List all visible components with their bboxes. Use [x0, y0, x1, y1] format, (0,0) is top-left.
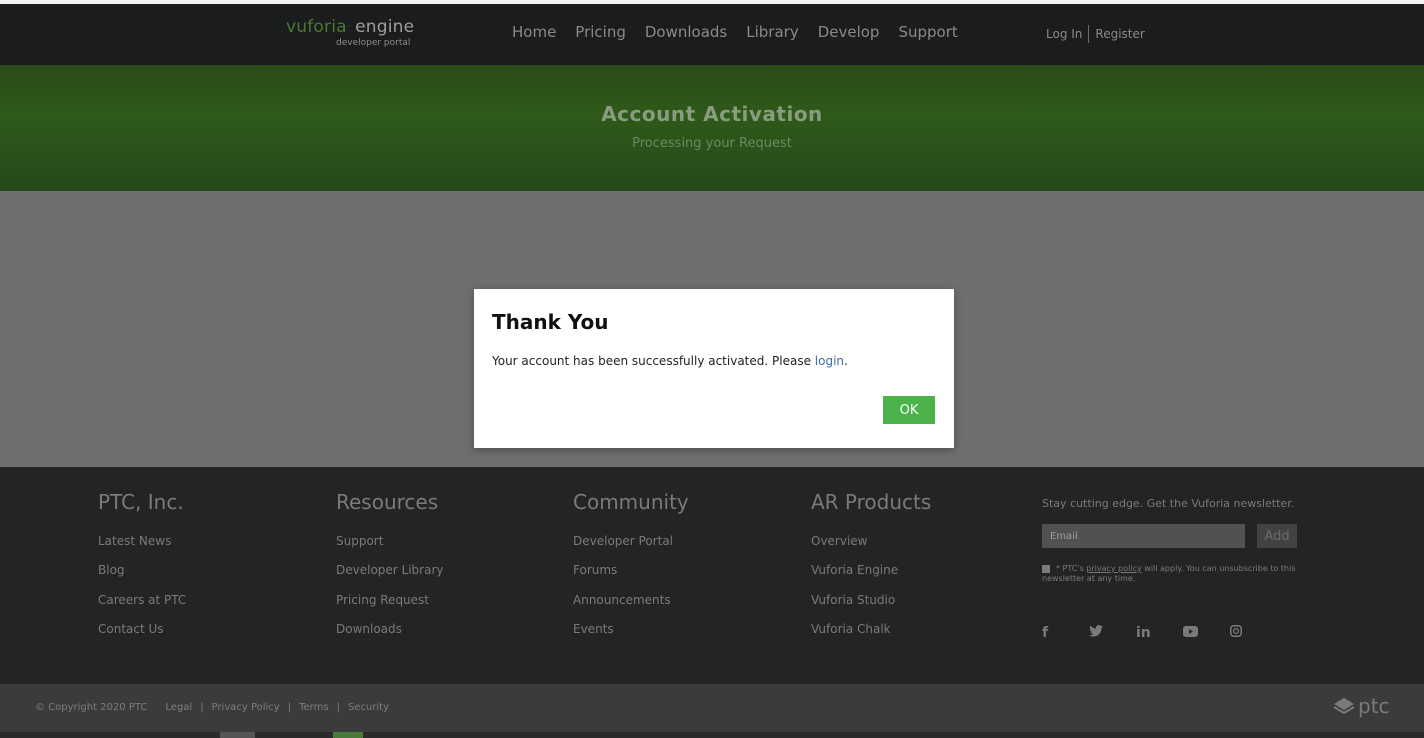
newsletter-signup: Stay cutting edge. Get the Vuforia newsl… — [1042, 497, 1342, 583]
footer-link-developer-portal[interactable]: Developer Portal — [573, 534, 689, 563]
social-links: f in — [1042, 625, 1277, 641]
footer-link-vuforia-chalk[interactable]: Vuforia Chalk — [811, 622, 931, 651]
hero-banner: Account Activation Processing your Reque… — [0, 65, 1424, 191]
ptc-mark-icon — [1334, 698, 1354, 714]
login-link-modal[interactable]: login — [815, 354, 844, 368]
newsletter-email-input[interactable] — [1042, 524, 1245, 548]
activation-modal: Thank You Your account has been successf… — [474, 289, 954, 448]
footer-link-pricing-request[interactable]: Pricing Request — [336, 593, 444, 622]
newsletter-text: Stay cutting edge. Get the Vuforia newsl… — [1042, 497, 1295, 510]
facebook-icon[interactable]: f — [1042, 625, 1089, 641]
nav-pricing[interactable]: Pricing — [575, 23, 626, 41]
privacy-policy-link[interactable]: Privacy Policy — [212, 702, 280, 713]
twitter-icon[interactable] — [1089, 625, 1136, 641]
vuforia-engine-logo[interactable]: vuforia· engine developer portal — [286, 17, 415, 48]
nav-library[interactable]: Library — [746, 23, 798, 41]
footer-link-events[interactable]: Events — [573, 622, 689, 651]
nav-home[interactable]: Home — [512, 23, 556, 41]
footer-link-forums[interactable]: Forums — [573, 563, 689, 592]
logo-engine-text: engine — [355, 17, 415, 37]
instagram-icon[interactable] — [1230, 625, 1277, 641]
terms-link[interactable]: Terms — [299, 702, 328, 713]
footer-column-title: PTC, Inc. — [98, 490, 184, 514]
footer-link-downloads[interactable]: Downloads — [336, 622, 444, 651]
auth-links: Log In Register — [1046, 25, 1145, 43]
modal-title: Thank You — [492, 310, 609, 334]
register-link[interactable]: Register — [1095, 27, 1144, 41]
linkedin-icon[interactable]: in — [1136, 625, 1183, 641]
footer-link-blog[interactable]: Blog — [98, 563, 186, 592]
footer-link-announcements[interactable]: Announcements — [573, 593, 689, 622]
main-nav: Home Pricing Downloads Library Develop S… — [512, 23, 977, 41]
newsletter-add-button[interactable]: Add — [1257, 524, 1297, 548]
footer-link-vuforia-engine[interactable]: Vuforia Engine — [811, 563, 931, 592]
auth-divider — [1088, 25, 1090, 43]
footer-link-latest-news[interactable]: Latest News — [98, 534, 186, 563]
modal-message-end: . — [844, 354, 848, 368]
youtube-icon[interactable] — [1183, 625, 1230, 641]
nav-downloads[interactable]: Downloads — [645, 23, 727, 41]
login-link[interactable]: Log In — [1046, 27, 1082, 41]
page-subtitle: Processing your Request — [632, 136, 792, 151]
footer-column-resources: Resources Support Developer Library Pric… — [336, 490, 444, 651]
footer-link-overview[interactable]: Overview — [811, 534, 931, 563]
copyright-text: © Copyright 2020 PTC — [35, 702, 148, 713]
logo-subtitle: developer portal — [336, 38, 411, 48]
privacy-policy-link[interactable]: privacy policy — [1086, 564, 1141, 573]
footer-column-title: Resources — [336, 490, 439, 514]
ptc-logo-text: ptc — [1358, 694, 1390, 718]
footer-column-ar-products: AR Products Overview Vuforia Engine Vufo… — [811, 490, 931, 651]
footer-link-careers[interactable]: Careers at PTC — [98, 593, 186, 622]
nav-develop[interactable]: Develop — [818, 23, 880, 41]
legal-bar: © Copyright 2020 PTC Legal | Privacy Pol… — [35, 702, 390, 713]
page-title: Account Activation — [601, 102, 823, 126]
logo-vuforia-text: vuforia — [286, 17, 347, 37]
footer-column-community: Community Developer Portal Forums Announ… — [573, 490, 689, 651]
modal-message-text: Your account has been successfully activ… — [492, 354, 815, 368]
footer-column-title: Community — [573, 490, 689, 514]
footer-bottom-bar: © Copyright 2020 PTC Legal | Privacy Pol… — [0, 684, 1424, 732]
site-header: vuforia· engine developer portal Home Pr… — [0, 4, 1424, 65]
consent-checkbox[interactable] — [1042, 564, 1050, 573]
ok-button[interactable]: OK — [883, 396, 935, 424]
security-link[interactable]: Security — [348, 702, 389, 713]
ptc-logo[interactable]: ptc — [1334, 694, 1390, 718]
site-footer: PTC, Inc. Latest News Blog Careers at PT… — [0, 467, 1424, 684]
footer-column-title: AR Products — [811, 490, 932, 514]
footer-link-support[interactable]: Support — [336, 534, 444, 563]
taskbar-strip — [0, 732, 1424, 738]
footer-link-contact[interactable]: Contact Us — [98, 622, 186, 651]
modal-message: Your account has been successfully activ… — [492, 354, 848, 368]
footer-link-vuforia-studio[interactable]: Vuforia Studio — [811, 593, 931, 622]
nav-support[interactable]: Support — [898, 23, 957, 41]
newsletter-consent: * PTC's privacy policy will apply. You c… — [1042, 564, 1296, 583]
legal-link[interactable]: Legal — [165, 702, 192, 713]
footer-column-ptc: PTC, Inc. Latest News Blog Careers at PT… — [98, 490, 186, 651]
footer-link-developer-library[interactable]: Developer Library — [336, 563, 444, 592]
